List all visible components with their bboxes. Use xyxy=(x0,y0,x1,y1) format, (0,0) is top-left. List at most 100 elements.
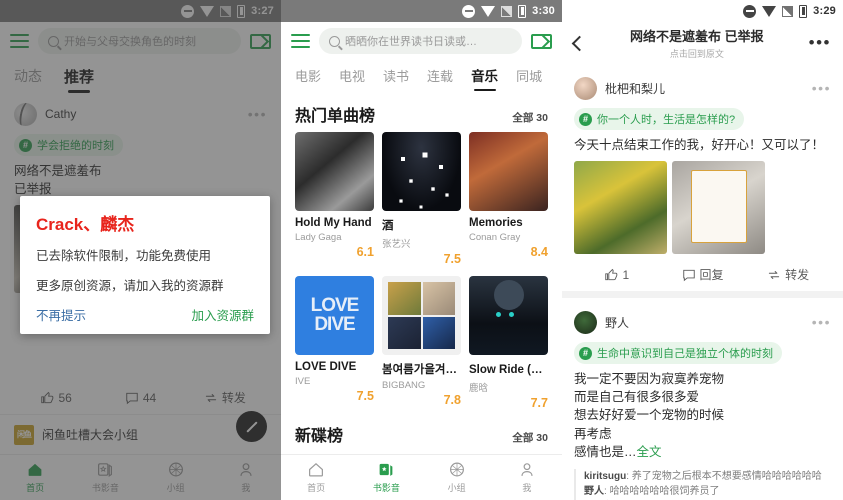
song-score: 7.5 xyxy=(443,252,461,266)
more-dots-icon[interactable]: ••• xyxy=(812,80,831,96)
wifi-icon xyxy=(762,6,777,17)
post-user-row: 野人 ••• xyxy=(574,304,831,340)
nav-item-group[interactable]: 小组 xyxy=(422,461,492,494)
tab-movie[interactable]: 电影 xyxy=(295,66,321,89)
like-count: 1 xyxy=(622,267,630,282)
bottom-nav: 首页 书影音 小组 我 xyxy=(281,454,562,500)
nav-label: 书影音 xyxy=(372,483,400,493)
forward-button[interactable]: 转发 xyxy=(745,266,831,283)
post-username[interactable]: 野人 xyxy=(605,314,804,331)
comment-item[interactable]: 野人: 哈哈哈哈哈哈很饲养员了 xyxy=(584,484,831,499)
song-artist: IVE xyxy=(295,376,311,387)
album-cover xyxy=(382,276,461,355)
song-title: LOVE DIVE xyxy=(295,361,357,373)
dialog-line-2: 更多原创资源，请加入我的资源群 xyxy=(36,279,224,293)
nav-item-profile[interactable]: 我 xyxy=(492,461,562,494)
crack-dialog: Crack、麟杰 已去除软件限制，功能免费使用 更多原创资源，请加入我的资源群 … xyxy=(20,196,270,334)
status-bar: 3:29 xyxy=(562,0,843,22)
song-card[interactable]: Slow Ride (兜风) 鹿晗 7.7 xyxy=(469,276,548,410)
song-score: 6.1 xyxy=(356,245,374,259)
post-text-line: 我一定不要因为寂寞养宠物 xyxy=(574,372,725,387)
hash-icon: # xyxy=(579,112,592,126)
comment-item[interactable]: kiritsugu: 养了宠物之后根本不想要感情哈哈哈哈哈哈 xyxy=(584,469,831,484)
tab-tv[interactable]: 电视 xyxy=(339,66,365,89)
detail-post-1: 枇杷和梨儿 ••• # 你一个人时，生活是怎样的? 今天十点结束工作的我，好开心… xyxy=(562,64,843,283)
avatar[interactable] xyxy=(574,310,597,334)
hamburger-icon[interactable] xyxy=(291,34,310,48)
status-time: 3:29 xyxy=(813,5,836,17)
song-card[interactable]: LOVE DIVE LOVE DIVE IVE 7.5 xyxy=(295,276,374,410)
thumb-up-icon xyxy=(605,268,618,280)
avatar[interactable] xyxy=(574,76,597,100)
song-title: Memories xyxy=(469,217,523,229)
song-artist: BIGBANG xyxy=(382,380,426,391)
signal-icon xyxy=(501,5,513,17)
section-more-link[interactable]: 全部 30 xyxy=(512,430,548,445)
tab-books[interactable]: 读书 xyxy=(383,66,409,89)
battery-icon xyxy=(518,4,527,18)
topic-label: 生命中意识到自己是独立个体的时刻 xyxy=(597,348,773,361)
song-title: Slow Ride (兜风) xyxy=(469,364,548,376)
cover-text-bottom: DIVE xyxy=(314,313,355,335)
song-row-1: Hold My Hand Lady Gaga 6.1 酒 张艺兴 7.5 Mem… xyxy=(281,132,562,266)
post-photo[interactable] xyxy=(574,161,667,255)
topic-chip[interactable]: # 你一个人时，生活是怎样的? xyxy=(574,108,745,130)
comment-icon xyxy=(682,269,695,281)
album-cover xyxy=(295,132,374,211)
song-card[interactable]: 봄여름가을겨울 (… BIGBANG 7.8 xyxy=(382,276,461,410)
post-photo[interactable] xyxy=(672,161,765,255)
song-card[interactable]: Memories Conan Gray 8.4 xyxy=(469,132,548,266)
nav-item-home[interactable]: 首页 xyxy=(281,461,351,494)
forward-label: 转发 xyxy=(785,268,810,283)
panel-topic-detail: 3:29 网络不是遮羞布 已举报 点击回到原文 ••• 枇杷和梨儿 ••• # … xyxy=(562,0,843,500)
wifi-icon xyxy=(481,6,496,17)
song-score: 7.7 xyxy=(530,396,548,410)
home-icon xyxy=(309,463,324,477)
comment-list: kiritsugu: 养了宠物之后根本不想要感情哈哈哈哈哈哈 野人: 哈哈哈哈哈… xyxy=(574,468,831,500)
reply-label: 回复 xyxy=(699,268,724,283)
topic-chip[interactable]: # 生命中意识到自己是独立个体的时刻 xyxy=(574,342,782,365)
more-dots-icon[interactable]: ••• xyxy=(812,314,831,330)
hash-icon: # xyxy=(579,346,592,360)
post-text-line: 而是自己有很多很多爱 xyxy=(574,390,700,405)
post-photo-grid xyxy=(574,161,831,255)
reply-button[interactable]: 回复 xyxy=(660,266,746,283)
song-score: 7.8 xyxy=(443,393,461,407)
section-divider xyxy=(562,291,843,299)
more-dots-icon[interactable]: ••• xyxy=(809,33,831,53)
search-input[interactable]: 晒晒你在世界读书日读或… xyxy=(319,28,522,54)
song-artist: 鹿晗 xyxy=(469,383,489,394)
nav-item-media[interactable]: 书影音 xyxy=(351,461,421,494)
post-username[interactable]: 枇杷和梨儿 xyxy=(605,80,804,97)
post-action-bar: 1 回复 转发 xyxy=(574,266,831,283)
tab-music[interactable]: 音乐 xyxy=(471,65,498,89)
album-cover xyxy=(469,132,548,211)
header-title-wrap[interactable]: 网络不是遮羞布 已举报 点击回到原文 xyxy=(585,26,809,60)
panel-douban-music: 3:30 晒晒你在世界读书日读或… 电影 电视 读书 连载 音乐 同城 热门单曲… xyxy=(281,0,562,500)
app-header: 晒晒你在世界读书日读或… xyxy=(281,22,562,60)
dialog-buttons: 不再提示 加入资源群 xyxy=(36,305,254,324)
full-text-link[interactable]: 全文 xyxy=(637,445,662,459)
post-text-line: 想去好好爱一个宠物的时候 xyxy=(574,408,725,423)
envelope-icon[interactable] xyxy=(531,33,552,49)
post-user-row: 枇杷和梨儿 ••• xyxy=(574,70,831,106)
song-title: 酒 xyxy=(382,220,394,232)
song-card[interactable]: 酒 张艺兴 7.5 xyxy=(382,132,461,266)
song-score: 8.4 xyxy=(530,245,548,259)
join-group-button[interactable]: 加入资源群 xyxy=(191,305,254,324)
detail-post-2: 野人 ••• # 生命中意识到自己是独立个体的时刻 我一定不要因为寂寞养宠物 而… xyxy=(562,298,843,461)
dont-remind-button[interactable]: 不再提示 xyxy=(36,305,86,324)
tab-serial[interactable]: 连载 xyxy=(427,66,453,89)
song-title: Hold My Hand xyxy=(295,217,372,229)
album-cover: LOVE DIVE xyxy=(295,276,374,355)
status-time: 3:30 xyxy=(532,5,555,17)
song-score: 7.5 xyxy=(356,389,374,403)
section-more-link[interactable]: 全部 30 xyxy=(512,110,548,125)
tab-city[interactable]: 同城 xyxy=(516,66,542,89)
detail-header: 网络不是遮羞布 已举报 点击回到原文 ••• xyxy=(562,22,843,64)
song-card[interactable]: Hold My Hand Lady Gaga 6.1 xyxy=(295,132,374,266)
album-cover xyxy=(382,132,461,211)
battery-icon xyxy=(799,4,808,18)
section-title: 热门单曲榜 xyxy=(295,108,376,125)
like-button[interactable]: 1 xyxy=(574,268,660,282)
